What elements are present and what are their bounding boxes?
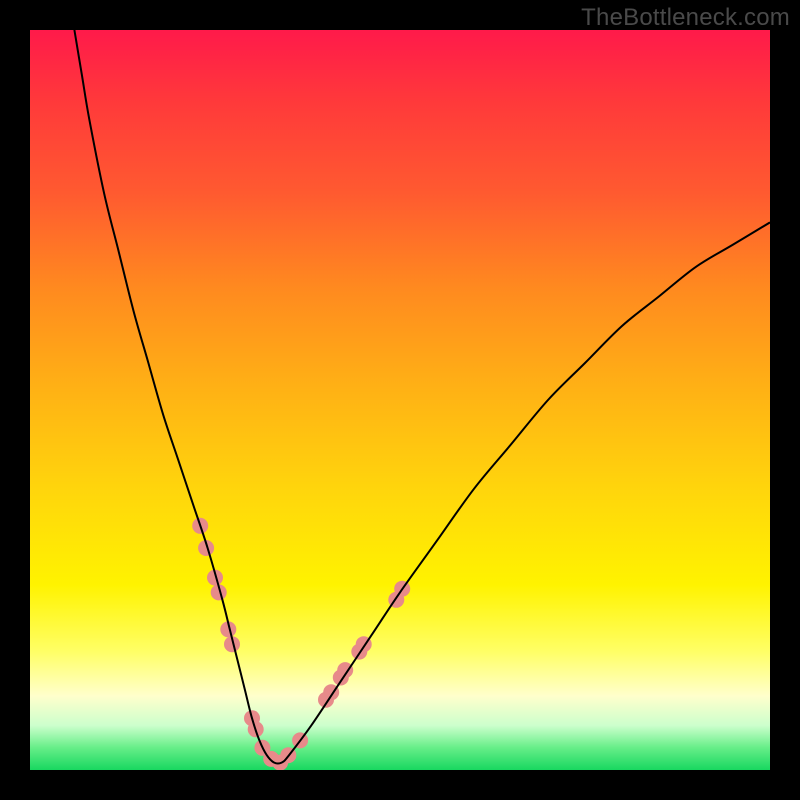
watermark-text: TheBottleneck.com <box>581 4 790 32</box>
bottleneck-curve <box>74 30 770 764</box>
chart-stage: TheBottleneck.com <box>0 0 800 800</box>
chart-overlay <box>30 30 770 770</box>
marker-layer <box>192 518 410 770</box>
plot-area <box>30 30 770 770</box>
